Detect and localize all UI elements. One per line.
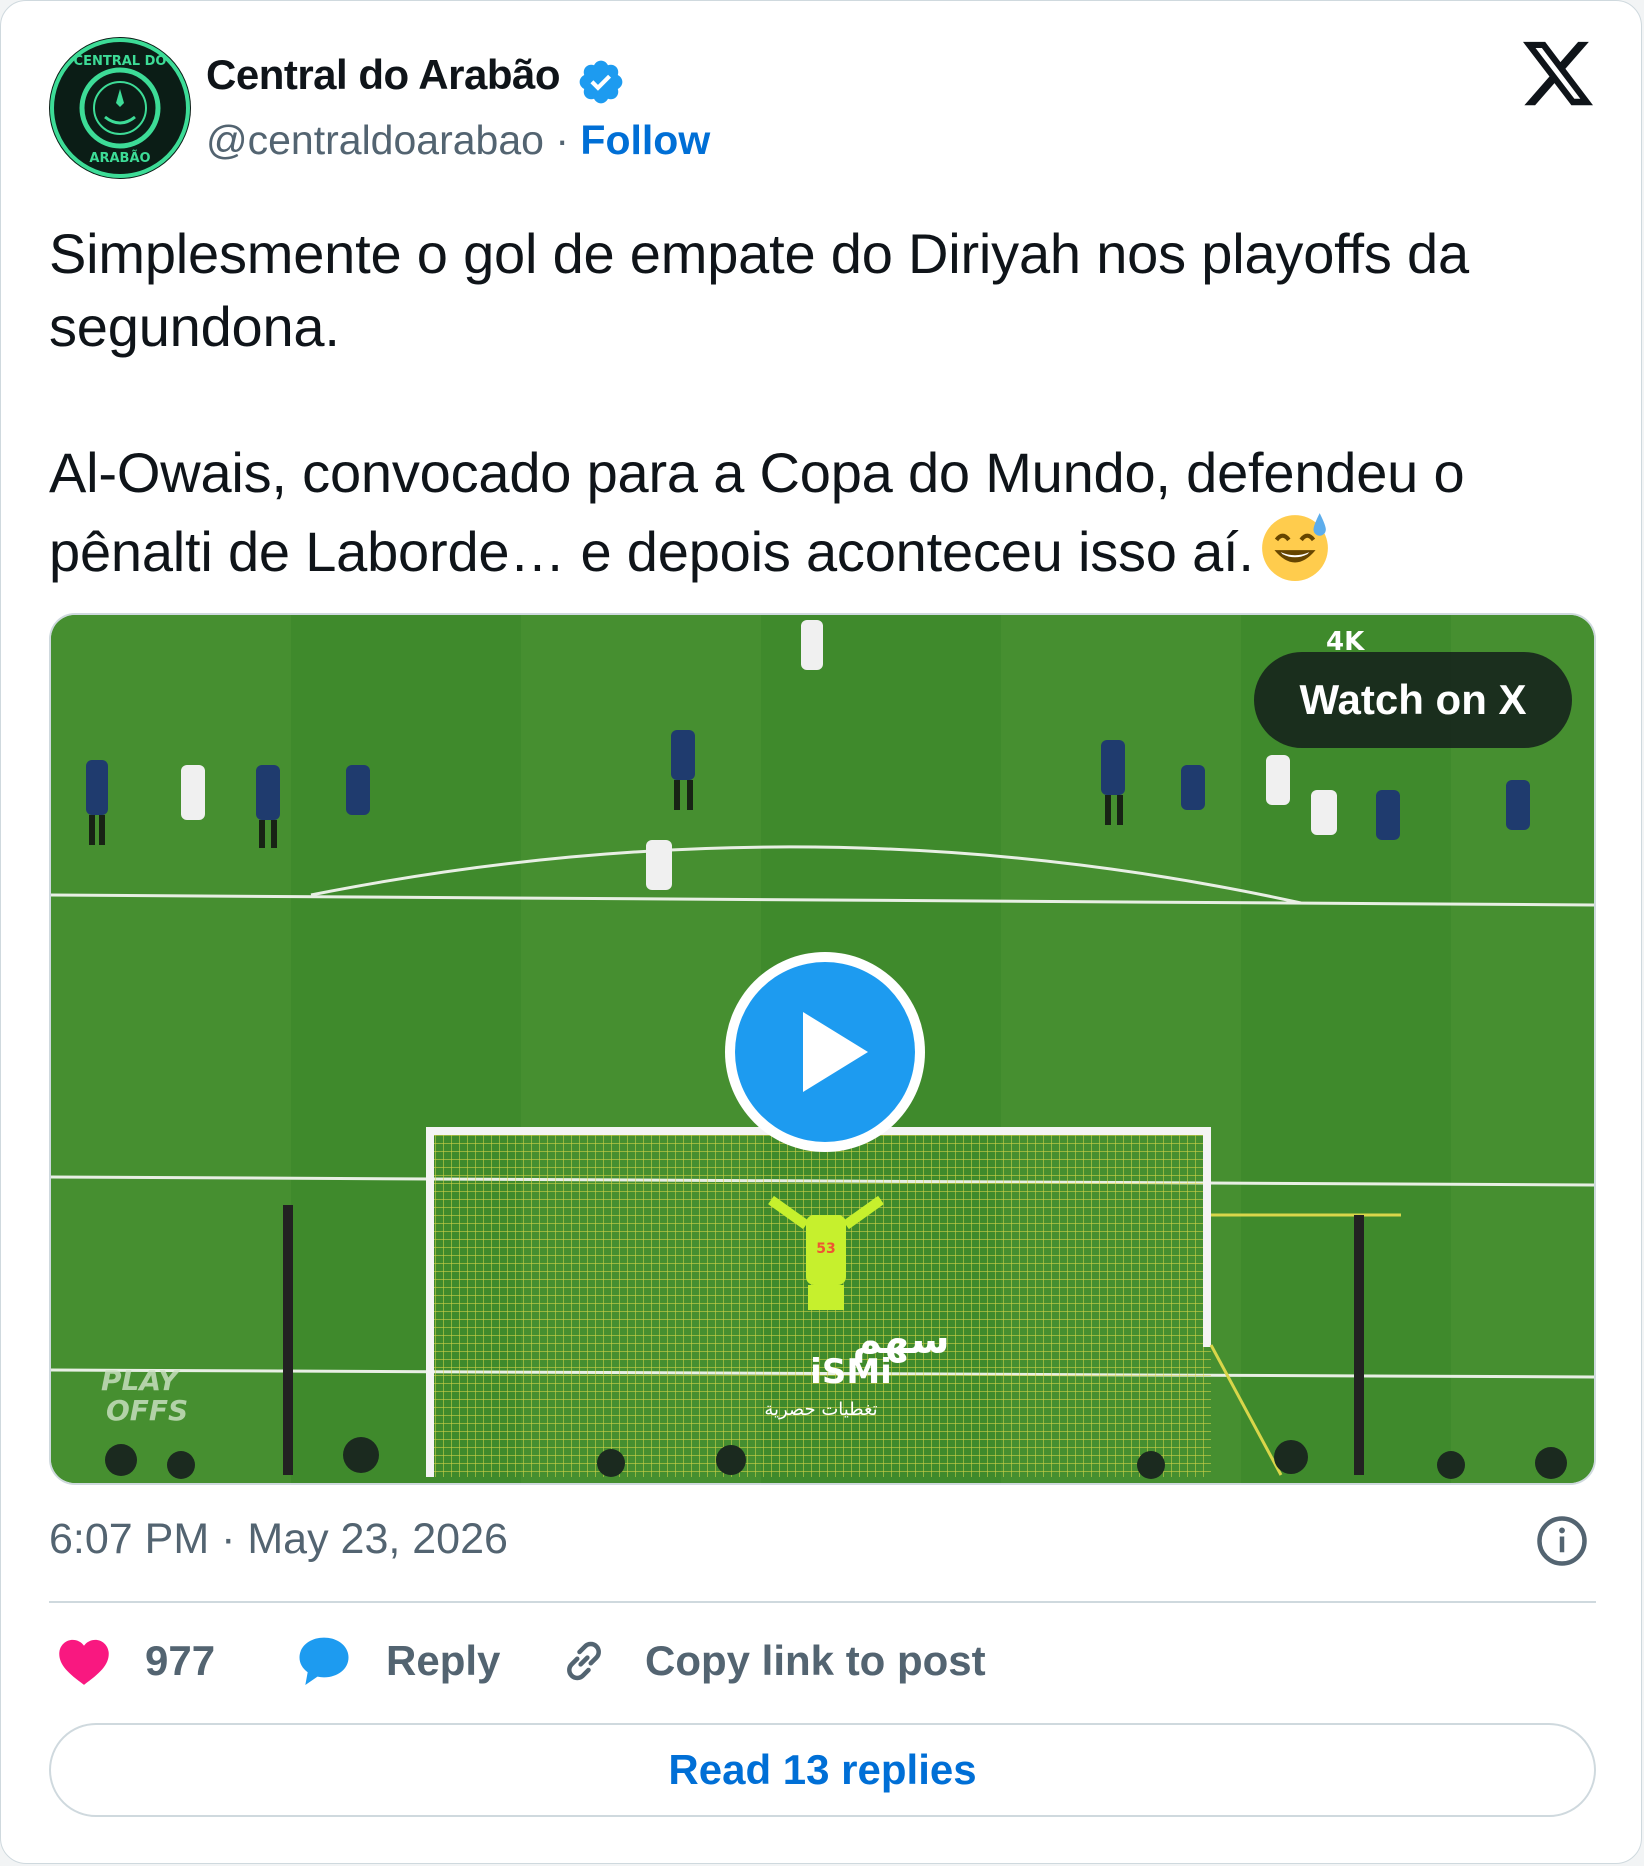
reply-action[interactable]: Reply bbox=[296, 1631, 500, 1691]
like-action[interactable]: 977 bbox=[57, 1631, 215, 1691]
divider bbox=[49, 1601, 1596, 1603]
likes-count: 977 bbox=[145, 1637, 216, 1684]
heart-icon bbox=[59, 1639, 109, 1685]
play-button[interactable] bbox=[725, 952, 925, 1152]
handle-row: @centraldoarabao · Follow bbox=[206, 117, 710, 164]
author-handle[interactable]: @centraldoarabao bbox=[206, 117, 544, 163]
link-icon bbox=[567, 1641, 601, 1681]
watermark-latin: iSMi bbox=[810, 1352, 892, 1392]
avatar[interactable]: CENTRAL DO ARABÃO bbox=[49, 37, 191, 179]
read-replies-button[interactable]: Read 13 replies bbox=[49, 1723, 1596, 1817]
tweet-text: Simplesmente o gol de empate do Diriyah … bbox=[49, 217, 1609, 588]
corner-logo-bottom: OFFS bbox=[106, 1394, 188, 1427]
timestamp[interactable]: 6:07 PM · May 23, 2026 bbox=[49, 1515, 508, 1564]
play-icon bbox=[803, 1012, 868, 1092]
verified-badge-icon bbox=[579, 60, 623, 104]
speech-bubble-icon bbox=[299, 1637, 349, 1686]
avatar-text-top: CENTRAL DO bbox=[74, 54, 167, 69]
avatar-text-bottom: ARABÃO bbox=[89, 150, 150, 166]
reply-label: Reply bbox=[386, 1637, 501, 1684]
play-button-fill bbox=[735, 962, 915, 1142]
sweat-smile-emoji bbox=[1261, 513, 1328, 581]
handle-separator: · bbox=[555, 117, 570, 163]
follow-button[interactable]: Follow bbox=[580, 117, 710, 163]
watch-on-x-button[interactable]: Watch on X bbox=[1254, 652, 1572, 748]
copy-link-label: Copy link to post bbox=[645, 1637, 986, 1684]
corner-logo-top: PLAY bbox=[101, 1364, 181, 1397]
keeper-number: 53 bbox=[816, 1241, 835, 1257]
copy-link-action[interactable]: Copy link to post bbox=[557, 1631, 986, 1691]
video-media[interactable]: 53 سهم iSMi تغطيات حصرية PLAY OFFS 4K Wa… bbox=[49, 613, 1596, 1485]
x-logo-icon[interactable] bbox=[1523, 41, 1593, 107]
info-icon[interactable] bbox=[1535, 1514, 1589, 1568]
tweet-card: CENTRAL DO ARABÃO Central do Arabão @cen… bbox=[0, 0, 1642, 1864]
author-name[interactable]: Central do Arabão bbox=[206, 51, 561, 99]
watermark-sub: تغطيات حصرية bbox=[764, 1399, 877, 1420]
